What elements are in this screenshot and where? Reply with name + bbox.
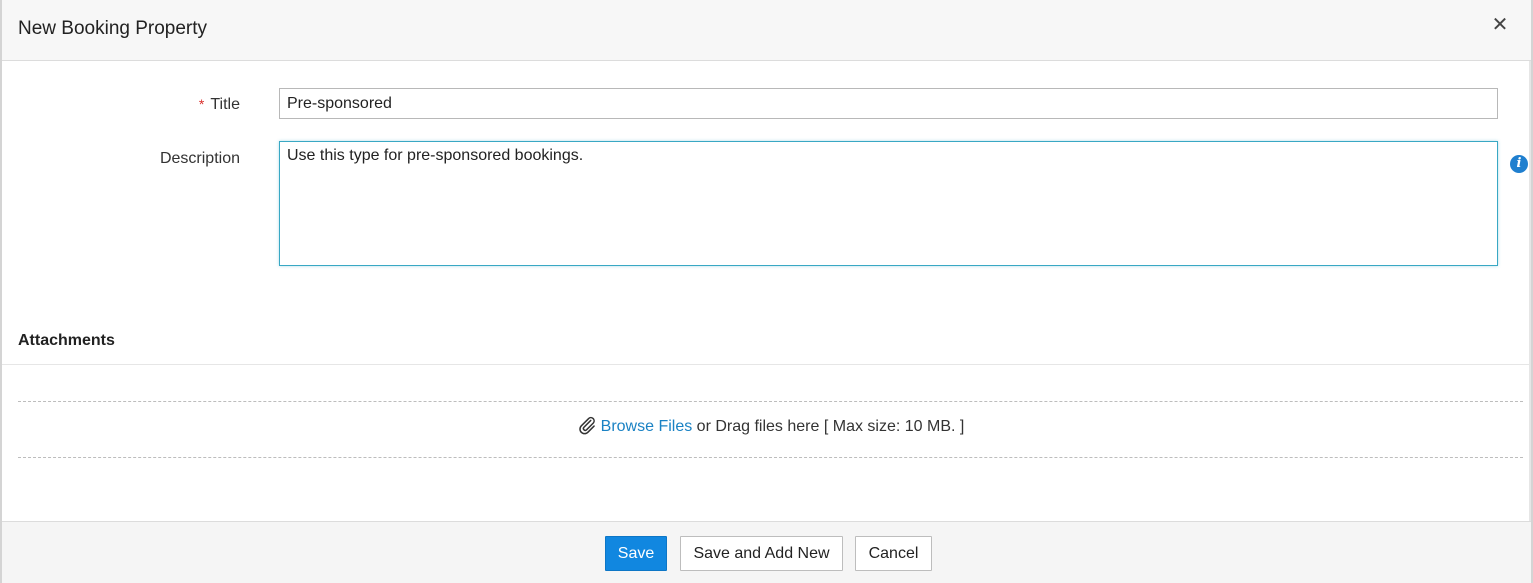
attachments-divider (2, 364, 1531, 365)
file-dropzone[interactable]: Browse Files or Drag files here [ Max si… (18, 401, 1523, 458)
new-booking-property-dialog: New Booking Property ✕ * Title Descriptio… (0, 0, 1533, 583)
paperclip-icon (578, 416, 595, 435)
attachments-heading: Attachments (18, 332, 115, 349)
dialog-footer: Save Save and Add New Cancel (2, 521, 1531, 583)
browse-files-link[interactable]: Browse Files (601, 418, 693, 435)
save-button[interactable]: Save (605, 536, 667, 571)
save-and-add-new-button[interactable]: Save and Add New (680, 536, 843, 571)
dialog-header: New Booking Property ✕ (2, 0, 1531, 61)
title-label: * Title (152, 96, 240, 114)
description-textarea[interactable]: Use this type for pre-sponsored bookings… (279, 141, 1498, 266)
drag-files-hint: or Drag files here [ Max size: 10 MB. ] (692, 418, 965, 435)
dialog-title: New Booking Property (18, 18, 208, 39)
description-label: Description (159, 150, 240, 167)
scrollbar-track[interactable] (1529, 61, 1531, 521)
info-icon[interactable]: i (1510, 155, 1528, 173)
close-icon[interactable]: ✕ (1489, 14, 1511, 36)
cancel-button[interactable]: Cancel (855, 536, 932, 571)
title-input[interactable] (279, 88, 1498, 119)
title-label-text: Title (210, 96, 240, 113)
required-marker: * (198, 96, 205, 112)
